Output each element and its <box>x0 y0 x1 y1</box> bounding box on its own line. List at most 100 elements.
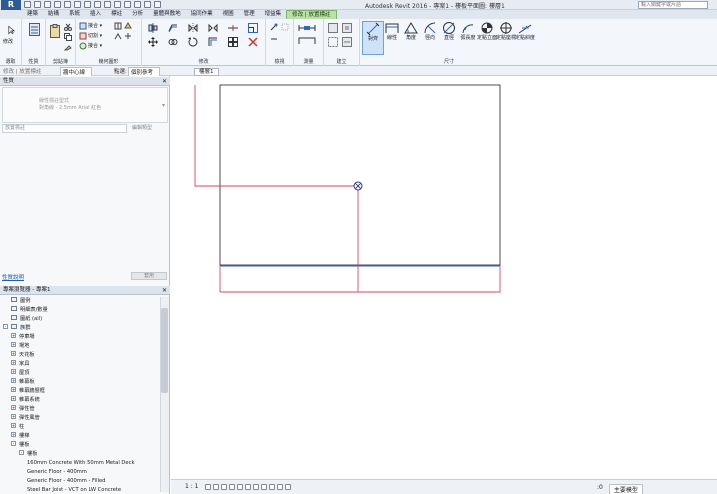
expand-icon[interactable]: + <box>11 360 16 365</box>
expand-icon[interactable]: + <box>11 369 16 374</box>
apply-button[interactable]: 套用 <box>131 272 167 280</box>
undo-icon[interactable] <box>54 1 61 8</box>
tab-structure[interactable]: 結構 <box>43 10 64 19</box>
tree-item[interactable]: Steel Bar Joist - VCT on LW Concrete <box>0 486 160 492</box>
tree-item[interactable]: + 樓梯 <box>0 432 160 441</box>
show-crop-icon[interactable] <box>245 484 251 490</box>
trim-extend-icon[interactable] <box>208 37 218 47</box>
sync-icon[interactable] <box>44 1 51 8</box>
select-group-label[interactable]: 選取 <box>0 58 21 65</box>
expand-icon[interactable]: + <box>11 432 16 437</box>
join-icon[interactable] <box>79 42 87 50</box>
open-icon[interactable] <box>24 1 31 8</box>
crop-view-icon[interactable] <box>237 484 243 490</box>
browser-scroll-thumb[interactable] <box>161 308 168 393</box>
tree-item[interactable]: + 停車場 <box>0 333 160 342</box>
spot-slope-button[interactable]: 定點斜度 <box>514 21 536 55</box>
measure-icon[interactable] <box>298 23 316 33</box>
tab-systems[interactable]: 系統 <box>64 10 85 19</box>
create-group-icon[interactable] <box>328 37 338 47</box>
expand-icon[interactable]: + <box>11 387 16 392</box>
detail-level-icon[interactable] <box>205 484 211 490</box>
mirror-axis-icon[interactable] <box>188 23 198 33</box>
search-input[interactable]: 輸入關鍵字或片語 <box>638 1 708 9</box>
expand-icon[interactable]: + <box>11 351 16 356</box>
cope-icon[interactable] <box>79 22 87 30</box>
paste-icon[interactable] <box>50 24 60 38</box>
tree-item[interactable]: Generic Floor - 400mm <box>0 468 160 477</box>
tree-item[interactable]: + 家具 <box>0 360 160 369</box>
create-assembly-icon[interactable] <box>342 23 352 33</box>
tab-view[interactable]: 視圖 <box>218 10 239 19</box>
collapse-icon[interactable]: - <box>3 324 8 329</box>
tree-item[interactable]: - 樓板 <box>0 441 160 450</box>
expand-icon[interactable]: + <box>11 342 16 347</box>
section-icon[interactable] <box>124 1 131 8</box>
reveal-hidden-icon[interactable] <box>261 484 267 490</box>
match-properties-icon[interactable] <box>64 43 72 51</box>
align-icon[interactable] <box>148 23 158 33</box>
close-icon[interactable]: ✕ <box>162 286 167 295</box>
split-face-icon[interactable] <box>114 22 122 30</box>
hide-element-icon[interactable] <box>281 23 289 31</box>
cursor-icon[interactable] <box>7 25 16 35</box>
collapse-icon[interactable]: - <box>19 450 24 455</box>
expand-icon[interactable]: + <box>11 333 16 338</box>
tree-item[interactable]: 圖紙 (all) <box>0 315 160 324</box>
dimension-preview-line[interactable] <box>194 85 501 293</box>
constraints-icon[interactable] <box>285 484 291 490</box>
wall-outline[interactable] <box>219 84 501 266</box>
visual-style-icon[interactable] <box>213 484 219 490</box>
tree-item[interactable]: + 帷幕牆豎框 <box>0 387 160 396</box>
tree-item[interactable]: 160mm Concrete With 50mm Metal Deck <box>0 459 160 468</box>
view-scale[interactable]: 1 : 1 <box>185 483 198 490</box>
properties-icon[interactable] <box>29 23 40 36</box>
array-icon[interactable] <box>228 37 238 47</box>
tab-collaborate[interactable]: 協同作業 <box>186 10 218 19</box>
aligned-dimension-small-icon[interactable] <box>298 36 316 46</box>
revit-logo[interactable]: R <box>1 0 21 10</box>
modify-button[interactable]: 修改 <box>3 38 13 45</box>
tab-manage[interactable]: 管理 <box>239 10 260 19</box>
override-graphics-icon[interactable] <box>270 23 278 31</box>
expand-icon[interactable]: + <box>11 378 16 383</box>
cut-icon[interactable] <box>64 23 72 31</box>
print-icon[interactable] <box>74 1 81 8</box>
mirror-draw-icon[interactable] <box>208 23 218 33</box>
split-icon[interactable] <box>228 23 238 33</box>
tree-item[interactable]: - 族群 <box>0 324 160 333</box>
rotate-icon[interactable] <box>188 37 198 47</box>
cut-geometry-icon[interactable] <box>79 32 87 40</box>
expand-icon[interactable]: + <box>11 414 16 419</box>
type-selector[interactable]: 線性標註型式 對角線 - 2.5mm Arial 紅色 ▾ <box>2 87 168 123</box>
dimension-icon[interactable] <box>94 1 101 8</box>
main-model-dropdown[interactable]: 主要模型 <box>608 484 643 494</box>
tree-item[interactable]: + 柱 <box>0 423 160 432</box>
linework-icon[interactable] <box>270 35 278 43</box>
delete-icon[interactable] <box>248 37 258 47</box>
tree-item[interactable]: + 場地 <box>0 342 160 351</box>
tree-item[interactable]: + 屋頂 <box>0 369 160 378</box>
redo-icon[interactable] <box>64 1 71 8</box>
save-icon[interactable] <box>34 1 41 8</box>
tab-modify-place-dimensions[interactable]: 修改 | 放置標註 <box>286 10 337 19</box>
tree-item[interactable]: - 樓板 <box>0 450 160 459</box>
shadows-icon[interactable] <box>229 484 235 490</box>
tab-analyze[interactable]: 分析 <box>127 10 148 19</box>
tree-item[interactable]: + 天花板 <box>0 351 160 360</box>
expand-icon[interactable]: + <box>11 423 16 428</box>
wall-joins-icon[interactable] <box>124 32 132 40</box>
close-hidden-icon[interactable] <box>144 1 151 8</box>
tree-item[interactable]: + 彈性風管 <box>0 414 160 423</box>
text-icon[interactable] <box>104 1 111 8</box>
tree-item[interactable]: Generic Floor - 400mm - Filled <box>0 477 160 486</box>
scale-icon[interactable] <box>248 23 258 33</box>
move-icon[interactable] <box>148 37 158 47</box>
tab-insert[interactable]: 插入 <box>85 10 106 19</box>
tab-massing-site[interactable]: 量體與敷地 <box>148 10 186 19</box>
analytical-model-icon[interactable] <box>277 484 283 490</box>
create-part-icon[interactable] <box>328 23 338 33</box>
create-similar-icon[interactable] <box>342 37 352 47</box>
properties-help-link[interactable]: 性質說明 <box>2 273 24 281</box>
tab-annotate[interactable]: 標註 <box>106 10 127 19</box>
